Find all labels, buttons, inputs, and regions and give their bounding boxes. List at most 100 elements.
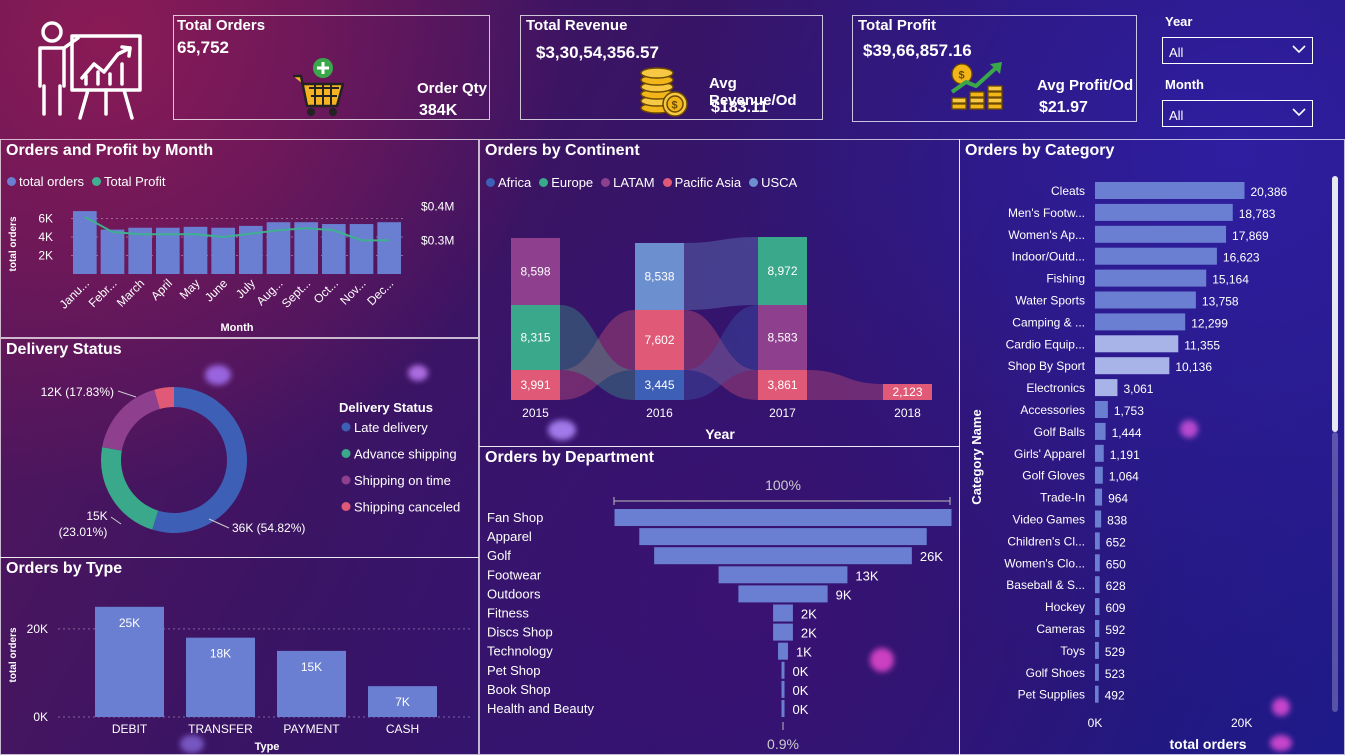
category-value-label: 10,136 (1175, 360, 1212, 374)
category-bar (1095, 641, 1099, 659)
legend-total-profit[interactable]: Total Profit (92, 174, 165, 189)
category-bar (1095, 510, 1102, 528)
label-leader (110, 516, 122, 525)
legend-text: Total Profit (104, 174, 166, 189)
order-qty-value: 384K (419, 102, 458, 119)
x-tick-label: Janu... (57, 276, 92, 311)
segment-label: 8,315 (520, 331, 550, 345)
order-qty-label: Order Qty (417, 80, 488, 97)
month-legend: total orders Total Profit (7, 174, 165, 189)
department-value-label: 9K (836, 587, 852, 602)
category-value-label: 592 (1105, 623, 1125, 637)
department-bar (773, 623, 793, 641)
category-bar (1095, 663, 1099, 681)
x-axis-title: total orders (1169, 736, 1246, 752)
y2-tick-label: $0.4M (421, 200, 454, 214)
category-bar (1095, 685, 1099, 703)
legend-dot (7, 177, 16, 186)
department-bar (781, 661, 785, 679)
svg-text:$: $ (959, 70, 965, 82)
type-value-label: 7K (395, 695, 410, 709)
orders-continent-chart: 3,991 8,315 8,598 3,445 7,602 8,538 3,861 8,583… (511, 237, 932, 442)
category-label: Golf Shoes (1026, 666, 1085, 680)
category-value-label: 964 (1108, 492, 1128, 506)
department-label: Fitness (487, 606, 529, 621)
x-tick-label: 2018 (894, 406, 921, 420)
x-tick-label: 20K (1231, 716, 1252, 730)
category-value-label: 16,623 (1223, 251, 1260, 265)
department-label: Footwear (487, 567, 542, 582)
month-filter-label: Month (1165, 77, 1204, 92)
legend-item[interactable]: LATAM (601, 175, 655, 190)
slice-label: 12K (17.83%) (41, 385, 114, 399)
legend-text: Europe (551, 175, 594, 190)
bar-month (349, 224, 374, 274)
y-axis-title: total orders (8, 216, 19, 271)
department-value-label: 13K (855, 568, 878, 583)
total-profit-title: Total Profit (858, 17, 937, 34)
month-filter-value: All (1169, 108, 1184, 123)
category-scrollbar[interactable] (1332, 176, 1338, 432)
category-bar (1095, 598, 1100, 616)
legend-item[interactable]: USCA (749, 175, 797, 190)
x-tick-label: Nov... (337, 276, 368, 307)
category-label: Camping & ... (1012, 315, 1085, 329)
department-bar (781, 700, 785, 717)
avg-profit-value: $21.97 (1039, 99, 1088, 116)
year-filter-dropdown[interactable]: All (1162, 37, 1313, 64)
legend-text: total orders (19, 174, 85, 189)
x-axis-title: Year (705, 426, 735, 442)
department-value-label: 26K (920, 549, 943, 564)
category-value-label: 3,061 (1123, 382, 1153, 396)
legend-text: USCA (761, 175, 798, 190)
department-label: Pet Shop (487, 663, 541, 678)
x-tick-label: Oct... (311, 276, 341, 306)
funnel-top-label: 100% (765, 477, 801, 493)
category-label: Trade-In (1040, 491, 1085, 505)
department-bar (614, 509, 952, 526)
legend-dot (341, 475, 351, 485)
category-label: Women's Ap... (1008, 228, 1085, 242)
x-tick-label: 2016 (646, 406, 673, 420)
department-label: Technology (487, 644, 553, 659)
legend-item[interactable]: Pacific Asia (662, 175, 741, 190)
presentation-logo-icon (38, 21, 142, 120)
total-revenue-card: Total Revenue $3,30,54,356.57 $ Avg Reve… (520, 15, 823, 120)
x-tick-label: Dec... (364, 276, 396, 308)
legend-item[interactable]: Europe (539, 175, 593, 190)
month-filter-dropdown[interactable]: All (1162, 100, 1313, 127)
legend-item[interactable]: Africa (486, 175, 531, 190)
type-value-label: 25K (119, 616, 140, 630)
legend-dot (341, 422, 351, 432)
department-label: Book Shop (487, 682, 551, 697)
label-leader (208, 518, 230, 529)
year-filter-value: All (1169, 45, 1184, 60)
department-bar (778, 642, 788, 660)
legend-text: Shipping on time (354, 473, 451, 488)
avg-profit-label: Avg Profit/Od (1037, 77, 1134, 94)
category-label: Cleats (1051, 184, 1085, 198)
segment-label: 8,598 (520, 265, 550, 279)
category-value-label: 609 (1105, 601, 1125, 615)
category-scrollbar-track[interactable] (1332, 432, 1338, 712)
orders-type-chart: 0K 20K total orders 25K DEBIT 18K TRANSFER 15K P… (8, 606, 471, 753)
bar-month (322, 224, 346, 274)
orders-category-title: Orders by Category (965, 142, 1115, 159)
orders-department-chart: 100% Fan Shop Apparel Golf 26K Footwear 13K Out… (487, 477, 952, 752)
category-value-label: 529 (1105, 645, 1125, 659)
orders-profit-month-chart: 2K 4K 6K $0.3M $0.4M total orders Janu...Febr.… (8, 200, 454, 334)
category-label: Accessories (1020, 403, 1085, 417)
legend-dot (662, 178, 672, 187)
svg-text:$: $ (672, 100, 678, 112)
x-tick-label: Febr... (86, 276, 120, 310)
x-tick-label: May (177, 276, 203, 302)
segment-label: 7,602 (644, 333, 674, 347)
x-tick-label: 2017 (769, 406, 796, 420)
legend-total-orders[interactable]: total orders (7, 174, 84, 189)
profit-growth-icon: $ (950, 62, 1003, 110)
total-orders-value: 65,752 (177, 38, 229, 57)
department-value-label: 2K (801, 626, 817, 641)
category-bar (1095, 335, 1179, 353)
category-value-label: 1,444 (1112, 426, 1142, 440)
total-revenue-title: Total Revenue (526, 17, 628, 34)
